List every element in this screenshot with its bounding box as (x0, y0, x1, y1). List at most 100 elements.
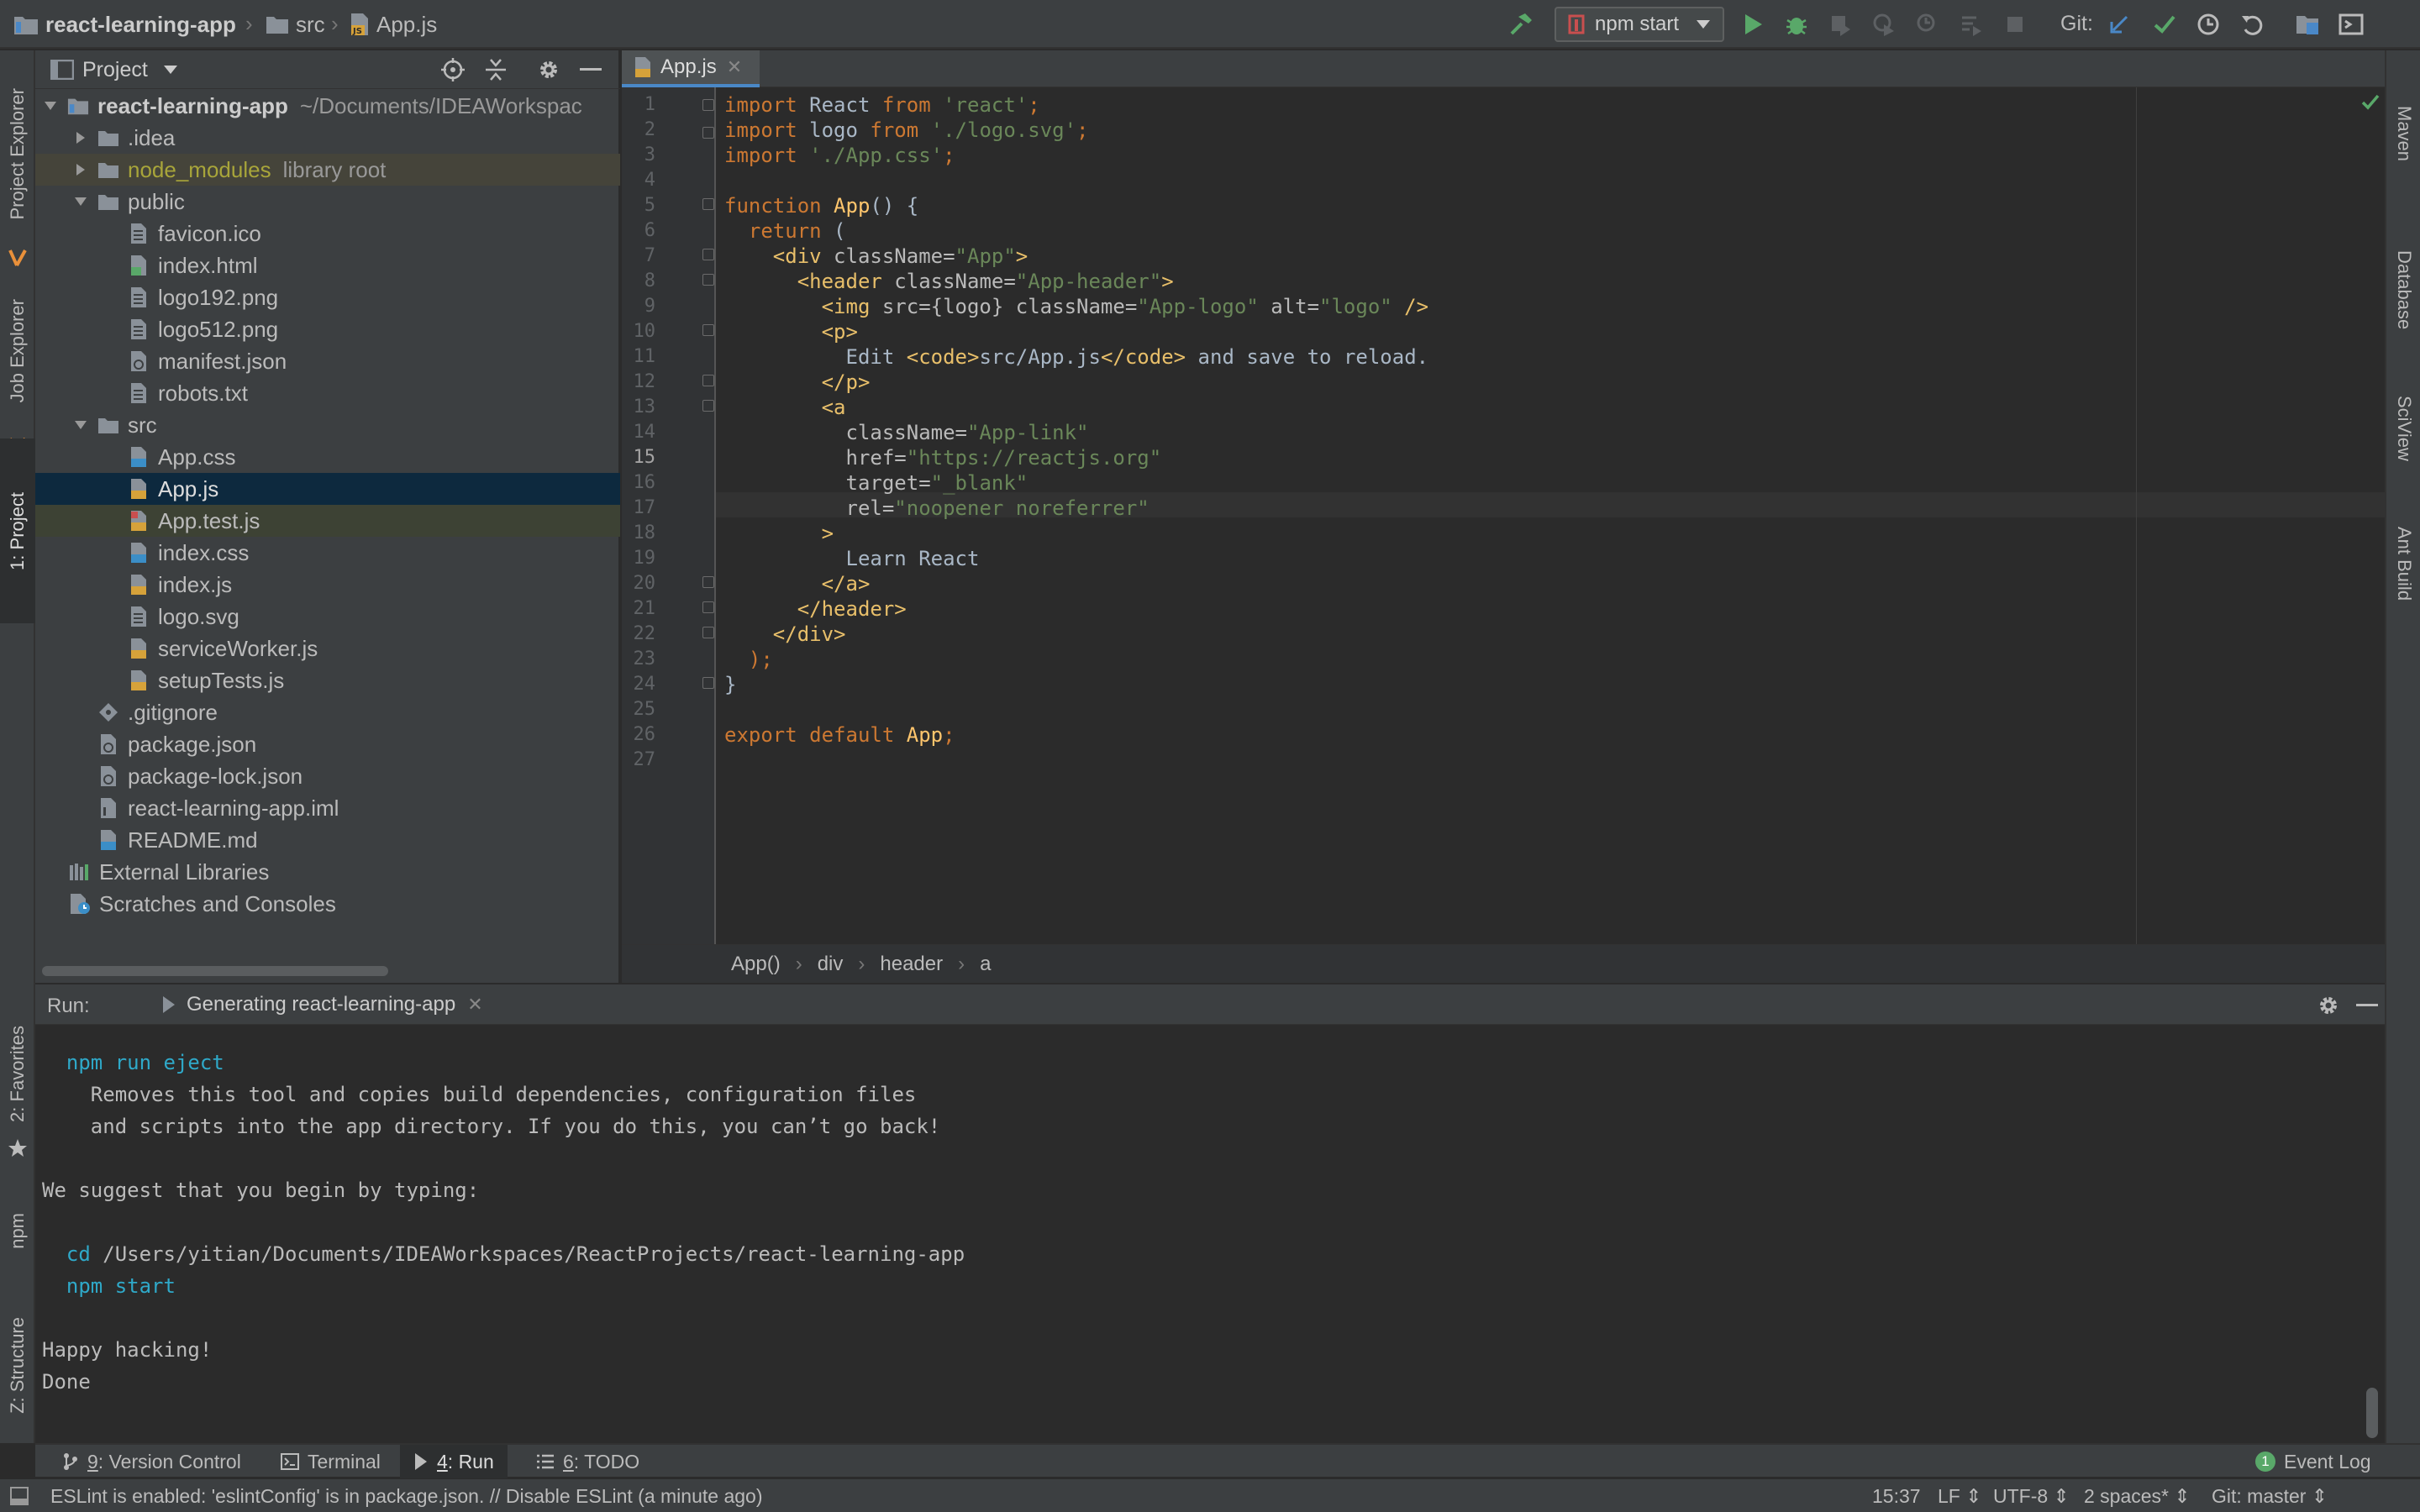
tab-todo[interactable]: 6: TODO (526, 1445, 650, 1478)
git-update-icon[interactable] (2106, 11, 2133, 38)
tab-version-control[interactable]: 9: Version Control (52, 1445, 251, 1478)
console-output[interactable]: npm run eject Removes this tool and copi… (35, 1025, 2363, 1443)
close-icon[interactable]: ✕ (727, 56, 742, 78)
tab-sciview[interactable]: SciView (2386, 370, 2420, 487)
fold-marker-icon[interactable] (702, 576, 714, 588)
tab-ant-build[interactable]: Ant Build (2386, 501, 2420, 627)
fold-marker-icon[interactable] (702, 601, 714, 613)
code-crumb-app[interactable]: App() (731, 953, 781, 976)
attach-debugger-icon[interactable] (1914, 11, 1941, 38)
chevron-down-icon[interactable] (163, 64, 178, 76)
fold-marker-icon[interactable] (702, 249, 714, 260)
run-anything-icon[interactable] (2338, 11, 2365, 38)
code-crumb-header[interactable]: header (880, 953, 943, 976)
run-configuration-select[interactable]: npm start (1555, 7, 1724, 42)
tab-event-log[interactable]: 1 Event Log (2245, 1445, 2381, 1478)
breadcrumb-file[interactable]: JS App.js (350, 0, 437, 49)
stack-trace-icon[interactable] (1958, 11, 1985, 38)
tree-item-file-selected[interactable]: App.js (35, 473, 620, 505)
tree-item-src[interactable]: src (35, 409, 620, 441)
inspection-ok-check-icon[interactable] (2361, 94, 2380, 111)
vertical-scrollbar[interactable] (2366, 1388, 2378, 1438)
git-commit-check-icon[interactable] (2151, 11, 2178, 38)
tab-run[interactable]: 4: Run (400, 1445, 508, 1478)
fold-marker-icon[interactable] (702, 627, 714, 638)
gear-icon[interactable] (536, 57, 561, 82)
run-tab-generating[interactable]: Generating react-learning-app ✕ (119, 984, 483, 1025)
status-caret-position[interactable]: 15:37 (1872, 1479, 1921, 1512)
project-structure-icon[interactable] (2294, 11, 2321, 38)
fold-marker-icon[interactable] (702, 400, 714, 412)
tree-item-file[interactable]: package-lock.json (35, 760, 620, 792)
git-rollback-icon[interactable] (2238, 11, 2265, 38)
tree-item-file[interactable]: .gitignore (35, 696, 620, 728)
status-message[interactable]: ESLint is enabled: 'eslintConfig' is in … (50, 1479, 762, 1512)
tree-item-file[interactable]: index.js (35, 569, 620, 601)
chevron-down-icon[interactable] (72, 196, 89, 207)
stop-icon[interactable] (2002, 11, 2028, 38)
tree-item-public[interactable]: public (35, 186, 620, 218)
fold-marker-icon[interactable] (702, 375, 714, 386)
horizontal-scrollbar[interactable] (42, 966, 388, 976)
tree-item-node-modules[interactable]: node_modules library root (35, 154, 620, 186)
debug-bug-icon[interactable] (1783, 11, 1810, 38)
status-line-separator[interactable]: LF ⇕ (1938, 1479, 1982, 1512)
tab-project-explorer[interactable]: Project Explorer (0, 62, 35, 245)
tab-favorites[interactable]: 2: Favorites (0, 990, 35, 1158)
chevron-down-icon[interactable] (42, 100, 59, 112)
tree-item-file[interactable]: logo192.png (35, 281, 620, 313)
tree-item-external-libraries[interactable]: External Libraries (35, 856, 620, 888)
tree-item-file[interactable]: setupTests.js (35, 664, 620, 696)
tab-terminal[interactable]: Terminal (271, 1445, 391, 1478)
tree-item-file[interactable]: package.json (35, 728, 620, 760)
git-history-clock-icon[interactable] (2195, 11, 2222, 38)
close-icon[interactable]: ✕ (467, 994, 482, 1016)
tree-item-file[interactable]: logo512.png (35, 313, 620, 345)
tree-item-file[interactable]: App.test.js (35, 505, 620, 537)
tab-database[interactable]: Database (2386, 227, 2420, 353)
tree-item-file[interactable]: manifest.json (35, 345, 620, 377)
tree-item-file[interactable]: react-learning-app.iml (35, 792, 620, 824)
fold-marker-icon[interactable] (702, 127, 714, 139)
run-coverage-icon[interactable] (1827, 11, 1854, 38)
chevron-right-icon[interactable] (72, 163, 89, 176)
chevron-down-icon[interactable] (72, 419, 89, 431)
fold-marker-icon[interactable] (702, 99, 714, 111)
tree-item-file[interactable]: serviceWorker.js (35, 633, 620, 664)
locate-file-icon[interactable] (440, 57, 466, 82)
chevron-right-icon[interactable] (72, 131, 89, 144)
tree-item-file[interactable]: README.md (35, 824, 620, 856)
status-indent[interactable]: 2 spaces* ⇕ (2084, 1479, 2191, 1512)
tree-item-idea[interactable]: .idea (35, 122, 620, 154)
tab-structure[interactable]: Z: Structure (0, 1285, 35, 1445)
fold-marker-icon[interactable] (702, 677, 714, 689)
minimize-icon[interactable] (2356, 1003, 2378, 1008)
breadcrumb-project[interactable]: react-learning-app (13, 0, 236, 49)
status-encoding[interactable]: UTF-8 ⇕ (1993, 1479, 2070, 1512)
tree-item-file[interactable]: index.css (35, 537, 620, 569)
status-git-branch[interactable]: Git: master ⇕ (2212, 1479, 2328, 1512)
collapse-all-icon[interactable] (484, 57, 508, 82)
tree-item-file[interactable]: logo.svg (35, 601, 620, 633)
tab-project[interactable]: 1: Project (0, 438, 35, 623)
fold-marker-icon[interactable] (702, 198, 714, 210)
tree-item-file[interactable]: robots.txt (35, 377, 620, 409)
tab-npm[interactable]: npm (0, 1176, 35, 1285)
code-crumb-a[interactable]: a (980, 953, 991, 976)
minimize-icon[interactable] (580, 67, 602, 72)
tree-item-scratches[interactable]: Scratches and Consoles (35, 888, 620, 920)
gear-icon[interactable] (2316, 993, 2341, 1018)
fold-marker-icon[interactable] (702, 324, 714, 336)
tree-item-root[interactable]: react-learning-app ~/Documents/IDEAWorks… (35, 90, 620, 122)
tab-job-explorer[interactable]: Job Explorer (0, 269, 35, 433)
profile-icon[interactable] (1870, 11, 1897, 38)
project-panel-title[interactable]: Project (82, 58, 148, 82)
tree-item-file[interactable]: App.css (35, 441, 620, 473)
fold-marker-icon[interactable] (702, 274, 714, 286)
tab-maven[interactable]: Maven (2386, 62, 2420, 205)
tab-app-js[interactable]: App.js ✕ (622, 50, 760, 87)
tree-item-file[interactable]: index.html (35, 249, 620, 281)
run-play-icon[interactable] (1739, 11, 1766, 38)
build-hammer-icon[interactable] (1507, 11, 1534, 38)
breadcrumb-src[interactable]: src (266, 0, 325, 49)
